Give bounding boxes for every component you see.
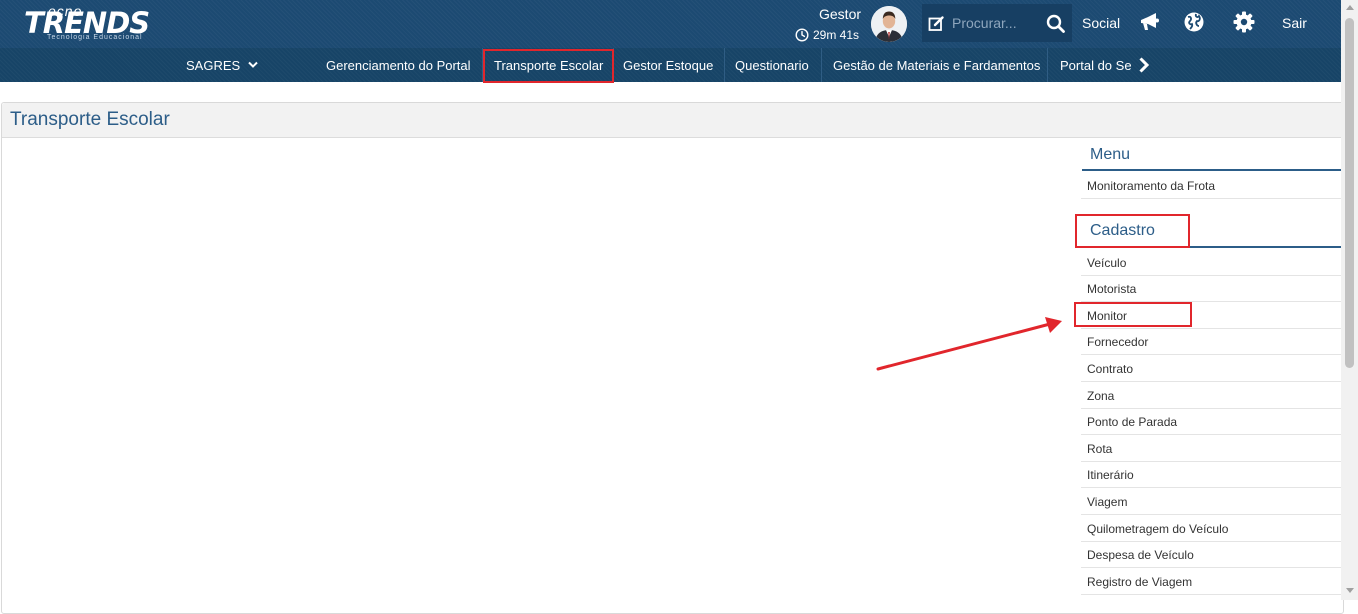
session-timer: 29m 41s [795,28,859,42]
menu-item-label: Despesa de Veículo [1087,548,1194,562]
menu-item-label: Monitoramento da Frota [1087,179,1216,193]
menu-item-label: Itinerário [1087,468,1134,482]
menu-item-rota[interactable]: Rota [1081,436,1341,462]
top-header: ecno TRENDS Tecnologia Educacional Gesto… [0,0,1341,48]
nav-gestao-materiais[interactable]: Gestão de Materiais e Fardamentos [833,48,1040,82]
megaphone-icon[interactable] [1138,11,1160,33]
menu-item-viagem[interactable]: Viagem [1081,489,1341,515]
menu-item-label: Quilometragem do Veículo [1087,522,1229,536]
edit-icon[interactable] [928,15,945,32]
nav-gerenciamento-portal[interactable]: Gerenciamento do Portal [326,48,471,82]
nav-divider [1047,48,1048,82]
highlight-monitor [1074,302,1192,327]
menu-item-quilometragem-veiculo[interactable]: Quilometragem do Veículo [1081,516,1341,542]
menu-item-label: Veículo [1087,256,1127,270]
tecnotrends-logo[interactable]: ecno TRENDS Tecnologia Educacional [24,3,166,43]
avatar-image [871,6,907,42]
menu-section-title: Menu [1090,146,1131,163]
menu-item-zona[interactable]: Zona [1081,383,1341,409]
nav-sagres-label: SAGRES [186,58,241,73]
menu-item-fornecedor[interactable]: Fornecedor [1081,329,1341,355]
menu-item-label: Viagem [1087,495,1128,509]
nav-divider [821,48,822,82]
menu-item-registro-viagem[interactable]: Registro de Viagem [1081,569,1341,595]
menu-item-ponto-de-parada[interactable]: Ponto de Parada [1081,409,1341,435]
chevron-down-icon [248,61,258,68]
menu-item-label: Contrato [1087,362,1134,376]
annotation-arrow [876,317,1062,371]
nav-gestor-estoque[interactable]: Gestor Estoque [623,48,713,82]
avatar[interactable] [871,6,907,42]
menu-item-contrato[interactable]: Contrato [1081,356,1341,382]
globe-icon[interactable] [1183,11,1205,33]
main-nav: SAGRES Gerenciamento do Portal Transport… [0,48,1341,83]
gear-icon[interactable] [1233,11,1255,33]
session-timer-text: 29m 41s [813,28,860,42]
nav-sagres-dropdown[interactable]: SAGRES [186,48,258,82]
nav-divider [724,48,725,82]
highlight-active-nav [483,49,614,83]
menu-item-label: Rota [1087,442,1113,456]
menu-item-itinerario[interactable]: Itinerário [1081,462,1341,488]
panel-header: Transporte Escolar [2,103,1343,138]
search-input[interactable] [952,13,1040,33]
page-title: Transporte Escolar [10,109,170,130]
menu-item-label: Motorista [1087,282,1137,296]
menu-item-motorista[interactable]: Motorista [1081,276,1341,302]
menu-item-label: Registro de Viagem [1087,575,1193,589]
nav-questionario[interactable]: Questionario [735,48,809,82]
search-icon[interactable] [1046,14,1065,33]
nav-portal-do-se[interactable]: Portal do Se [1060,48,1132,82]
menu-item-label: Ponto de Parada [1087,415,1178,429]
user-name: Gestor [819,6,862,22]
menu-section-underline [1082,169,1341,171]
scrollbar-thumb[interactable] [1345,18,1354,368]
chevron-right-icon[interactable] [1138,57,1150,73]
menu-item-monitoramento-frota[interactable]: Monitoramento da Frota [1081,173,1341,199]
menu-item-despesa-veiculo[interactable]: Despesa de Veículo [1081,542,1341,568]
highlight-cadastro [1075,214,1190,248]
social-link[interactable]: Social [1082,15,1120,31]
scroll-up-arrow[interactable] [1346,5,1354,10]
scroll-down-arrow[interactable] [1346,588,1354,593]
page-scrollbar[interactable] [1341,0,1358,600]
menu-item-label: Fornecedor [1087,335,1149,349]
logout-link[interactable]: Sair [1282,15,1307,31]
search-box [922,4,1072,42]
menu-item-label: Zona [1087,389,1115,403]
clock-icon [795,28,809,42]
menu-item-veiculo[interactable]: Veículo [1081,250,1341,276]
logo-tagline: Tecnologia Educacional [47,34,143,41]
